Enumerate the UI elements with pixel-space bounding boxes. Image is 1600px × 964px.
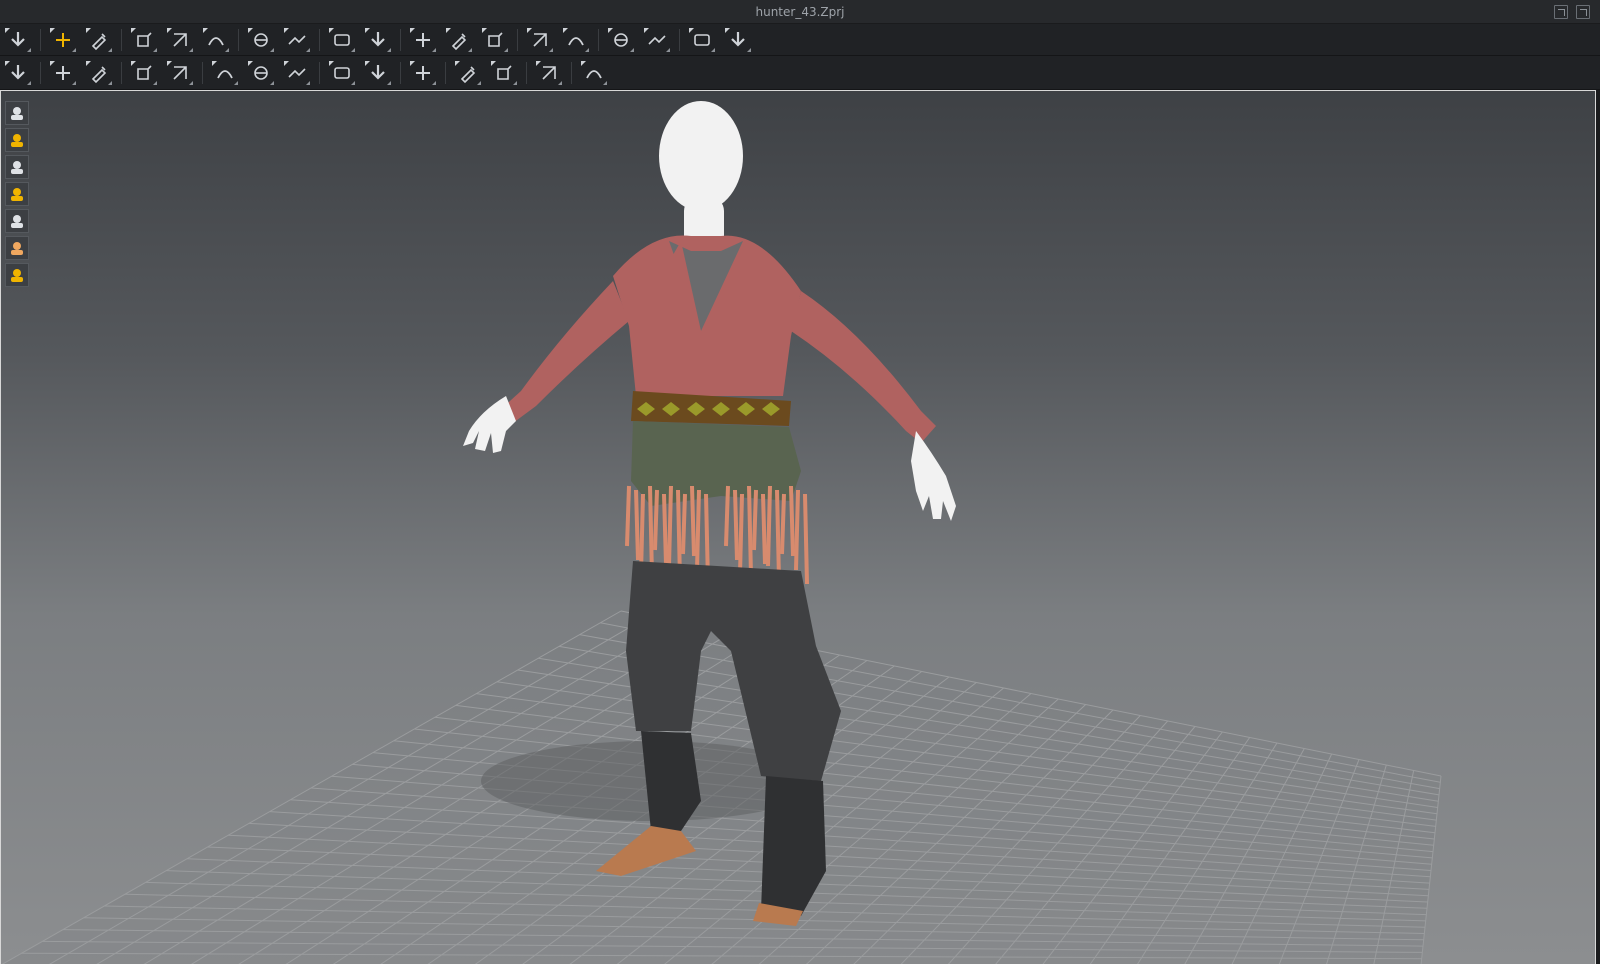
fringe-strand — [634, 489, 640, 561]
toolbar-separator — [571, 61, 572, 84]
fringe-strand — [747, 485, 753, 577]
garment-fit-icon[interactable] — [445, 27, 473, 53]
fringe-strand — [780, 493, 786, 555]
fringe-strand — [775, 489, 781, 581]
render-icon[interactable] — [5, 209, 29, 233]
show-garment-icon[interactable] — [5, 101, 29, 125]
arrangement-edit-icon[interactable] — [166, 60, 194, 86]
topstitch-icon[interactable] — [490, 60, 518, 86]
window-actions — [1554, 5, 1590, 19]
toolbar-separator — [526, 61, 527, 84]
transform-move-icon[interactable] — [49, 27, 77, 53]
right-sleeve[interactable] — [791, 291, 936, 443]
popout-icon[interactable] — [1554, 5, 1568, 19]
fringe-strand — [794, 489, 800, 571]
seam-icon[interactable] — [283, 27, 311, 53]
toolbar-separator — [679, 28, 680, 51]
snap-icon[interactable] — [580, 60, 608, 86]
pose-icon[interactable] — [4, 60, 32, 86]
show-avatar-icon[interactable] — [5, 155, 29, 179]
fringe-strand — [752, 489, 758, 551]
select-mesh-icon[interactable] — [409, 27, 437, 53]
environment-icon[interactable] — [5, 263, 29, 287]
toolbar-separator — [40, 28, 41, 51]
restore-icon[interactable] — [1576, 5, 1590, 19]
buttonhole-icon[interactable] — [364, 60, 392, 86]
fringe-strand — [733, 489, 739, 561]
viewport-sidebar — [5, 101, 29, 287]
fringe-strand — [738, 493, 744, 575]
fringe-strand — [662, 493, 668, 565]
measure-icon[interactable] — [49, 60, 77, 86]
fringe-strand — [761, 493, 767, 565]
toolbar-separator — [319, 61, 320, 84]
toolbar-separator — [121, 28, 122, 51]
fold-icon[interactable] — [607, 27, 635, 53]
window-title: hunter_43.Zprj — [755, 4, 845, 19]
toolbar-separator — [598, 28, 599, 51]
scene-canvas[interactable] — [1, 91, 1596, 964]
fringe-strand — [653, 489, 659, 551]
mannequin-head — [659, 101, 743, 211]
fringe-strand — [681, 493, 687, 555]
button-icon[interactable] — [328, 60, 356, 86]
layer-down-icon[interactable] — [562, 27, 590, 53]
pin-loop-icon[interactable] — [643, 27, 671, 53]
toolbar-separator — [121, 61, 122, 84]
fringe-strand — [695, 489, 701, 571]
fringe-strand — [667, 485, 673, 567]
layer-up-icon[interactable] — [526, 27, 554, 53]
tack-icon[interactable] — [364, 27, 392, 53]
grid-mesh-icon[interactable] — [724, 27, 752, 53]
strap-icon[interactable] — [454, 60, 482, 86]
left-hand — [463, 396, 516, 453]
toolbar-separator — [400, 61, 401, 84]
toolbar-separator — [40, 61, 41, 84]
segment-line-icon[interactable] — [247, 27, 275, 53]
toolbar-separator — [400, 28, 401, 51]
show-points-icon[interactable] — [5, 128, 29, 152]
texture-icon[interactable] — [5, 182, 29, 206]
toolbar-secondary — [0, 56, 1600, 90]
grid-uv-icon[interactable] — [688, 27, 716, 53]
toolbar-separator — [517, 28, 518, 51]
fringe-strand — [803, 493, 809, 585]
toolbar-separator — [319, 28, 320, 51]
avatar-hide-icon[interactable] — [481, 27, 509, 53]
avatar-skin-icon[interactable] — [5, 236, 29, 260]
puckering-icon[interactable] — [535, 60, 563, 86]
stitch-icon[interactable] — [328, 27, 356, 53]
fringe-strand — [690, 485, 696, 557]
shirt-fit-icon[interactable] — [283, 60, 311, 86]
simulation-icon[interactable] — [4, 27, 32, 53]
fringe-strand — [789, 485, 795, 557]
zipper-icon[interactable] — [409, 60, 437, 86]
edit-curvature-icon[interactable] — [202, 27, 230, 53]
measure-edit-icon[interactable] — [85, 60, 113, 86]
title-bar: hunter_43.Zprj — [0, 0, 1600, 24]
toolbar-separator — [202, 61, 203, 84]
toolbar-primary — [0, 24, 1600, 56]
rotate-icon[interactable] — [130, 27, 158, 53]
arrangement-icon[interactable] — [130, 60, 158, 86]
3d-viewport[interactable] — [0, 90, 1596, 964]
toolbar-separator — [445, 61, 446, 84]
right-hand — [911, 431, 956, 521]
left-sleeve[interactable] — [501, 281, 629, 423]
scale-icon[interactable] — [166, 27, 194, 53]
toolbar-separator — [238, 28, 239, 51]
fringe-strand — [766, 485, 772, 567]
fringe-strand — [724, 485, 730, 547]
shoe-icon[interactable] — [247, 60, 275, 86]
fitting-suit-icon[interactable] — [211, 60, 239, 86]
fringe-strand — [625, 485, 631, 547]
edit-pattern-icon[interactable] — [85, 27, 113, 53]
